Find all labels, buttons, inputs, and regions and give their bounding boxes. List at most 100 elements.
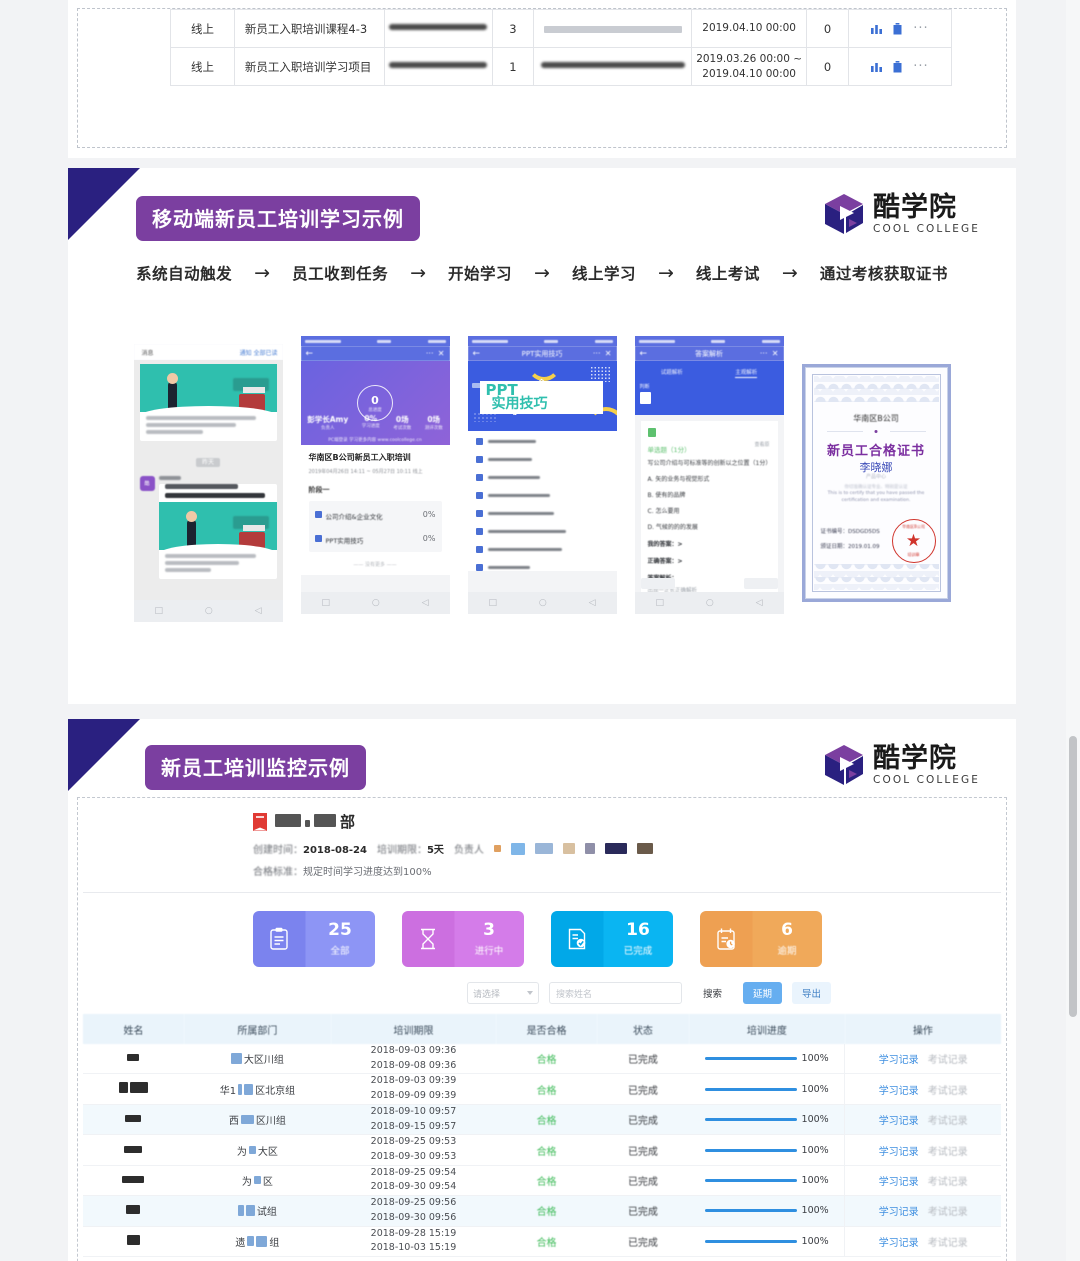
cell-actions[interactable]: 学习记录 考试记录 (844, 1104, 1001, 1136)
next-question-button[interactable] (743, 578, 778, 589)
scrollbar-track[interactable] (1066, 0, 1080, 1261)
tab-question-analysis[interactable]: 试题解析 (661, 368, 683, 378)
option-item[interactable]: B. 使有的品牌 (648, 490, 771, 499)
exam-record-link[interactable]: 考试记录 (928, 1086, 968, 1097)
monitor-dashboard: 部 创建时间：2018-08-24 培训期限：5天 负责人 合格标准：规定时间学… (77, 797, 1007, 1261)
back-nav-icon[interactable]: ◁ (255, 606, 262, 616)
dept-select[interactable]: 请选择 (466, 982, 539, 1004)
chart-icon[interactable] (871, 61, 883, 72)
close-icon[interactable]: ✕ (772, 349, 779, 358)
close-icon[interactable]: ✕ (438, 349, 445, 358)
circle-home-icon[interactable]: ○ (205, 606, 213, 616)
exam-record-link[interactable]: 考试记录 (928, 1147, 968, 1158)
study-record-link[interactable]: 学习记录 (879, 1207, 919, 1218)
chapter-item[interactable] (475, 492, 609, 499)
back-nav-icon[interactable]: ◁ (422, 598, 429, 608)
option-item[interactable]: C. 怎么要用 (648, 506, 771, 515)
more-icon[interactable]: ··· (760, 349, 768, 358)
cell-actions[interactable]: 学习记录 考试记录 (844, 1073, 1001, 1105)
square-nav-icon[interactable]: □ (488, 598, 497, 608)
close-icon[interactable]: ✕ (595, 388, 600, 395)
back-icon[interactable]: ← (640, 349, 648, 359)
back-nav-icon[interactable]: ◁ (756, 598, 763, 608)
search-input[interactable]: 搜索姓名 (548, 982, 682, 1004)
back-icon[interactable]: ← (306, 349, 314, 359)
trash-icon[interactable] (893, 22, 902, 35)
stat-card-total[interactable]: 25 全部 (253, 911, 375, 967)
message-card[interactable] (139, 364, 277, 441)
my-answer-row[interactable]: 我的答案：> (648, 539, 771, 548)
circle-home-icon[interactable]: ○ (372, 598, 380, 608)
chapter-item[interactable] (475, 456, 609, 463)
table-row[interactable]: 为区 2018-09-25 09:54 2018-09-30 09:54 合格 已完成 1… (83, 1165, 1001, 1197)
exam-record-link[interactable]: 考试记录 (928, 1238, 968, 1249)
table-row[interactable]: 为大区 2018-09-25 09:53 2018-09-30 09:53 合格 已完成… (83, 1134, 1001, 1166)
table-row[interactable]: 遗组 2018-09-28 15:19 2018-10-03 15:19 合格 已完成 1… (83, 1226, 1001, 1258)
chapter-item[interactable] (475, 510, 609, 517)
chapter-item[interactable] (475, 474, 609, 481)
prev-question-button[interactable] (640, 578, 675, 589)
circle-home-icon[interactable]: ○ (706, 598, 714, 608)
square-nav-icon[interactable]: □ (154, 606, 163, 616)
study-record-link[interactable]: 学习记录 (879, 1238, 919, 1249)
cell-actions[interactable]: ··· (848, 47, 952, 86)
back-nav-icon[interactable]: ◁ (589, 598, 596, 608)
cell-actions[interactable]: 学习记录 考试记录 (844, 1226, 1001, 1258)
cell-actions[interactable]: 学习记录 考试记录 (844, 1044, 1001, 1075)
correct-answer-row[interactable]: 正确答案：> (648, 556, 771, 565)
more-icon[interactable]: ··· (593, 349, 601, 358)
cell-actions[interactable]: 学习记录 考试记录 (844, 1165, 1001, 1197)
study-record-link[interactable]: 学习记录 (879, 1177, 919, 1188)
cell-actions[interactable]: 学习记录 考试记录 (844, 1195, 1001, 1227)
chapter-item[interactable] (475, 528, 609, 535)
cell-actions[interactable]: 学习记录 考试记录 (844, 1134, 1001, 1166)
close-icon[interactable]: ✕ (605, 349, 612, 358)
stat-card-in-progress[interactable]: 3 进行中 (402, 911, 524, 967)
message-row[interactable]: 酷 (139, 476, 277, 587)
option-item[interactable]: D. 气候的的的发展 (648, 522, 771, 531)
phone-navigation-bar[interactable]: □ ○ ◁ (300, 592, 450, 614)
table-row[interactable]: 西区川组 2018-09-10 09:57 2018-09-15 09:57 合格 已完… (83, 1104, 1001, 1136)
study-record-link[interactable]: 学习记录 (879, 1086, 919, 1097)
stat-card-completed[interactable]: 16 已完成 (551, 911, 673, 967)
delay-button[interactable]: 延期 (742, 982, 782, 1004)
table-row[interactable]: 大区川组 2018-09-03 09:36 2018-09-08 09:36 合格 已完… (83, 1044, 1001, 1075)
cell-actions[interactable]: ··· (848, 9, 952, 48)
square-nav-icon[interactable]: □ (655, 598, 664, 608)
option-item[interactable]: A. 矢的业务与视觉形式 (648, 474, 771, 483)
stat-card-overdue[interactable]: 6 逾期 (700, 911, 822, 967)
exam-record-link[interactable]: 考试记录 (928, 1207, 968, 1218)
table-row[interactable]: 线上 新员工入职培训学习项目 1 2019.03.26 00:00 ~ 2019… (170, 47, 952, 86)
study-record-link[interactable]: 学习记录 (879, 1147, 919, 1158)
square-nav-icon[interactable]: □ (321, 598, 330, 608)
phone3-video-hero[interactable]: ✿ ✿ PPT 实用技巧 ✕ (467, 361, 617, 431)
phone-navigation-bar[interactable]: □ ○ ◁ (634, 592, 784, 614)
circle-home-icon[interactable]: ○ (539, 598, 547, 608)
phone-navigation-bar[interactable]: □ ○ ◁ (133, 600, 283, 622)
study-record-link[interactable]: 学习记录 (879, 1055, 919, 1066)
more-menu-icon[interactable]: ··· (913, 21, 928, 36)
scrollbar-thumb[interactable] (1069, 736, 1077, 1017)
exam-record-link[interactable]: 考试记录 (928, 1177, 968, 1188)
export-button[interactable]: 导出 (791, 982, 831, 1004)
phone-navigation-bar[interactable]: □ ○ ◁ (467, 592, 617, 614)
table-row[interactable]: 试组 2018-09-25 09:56 2018-09-30 09:56 合格 已完成 1… (83, 1195, 1001, 1227)
more-icon[interactable]: ··· (426, 349, 434, 358)
more-menu-icon[interactable]: ··· (913, 59, 928, 74)
course-item[interactable]: 公司介绍&企业文化 0% (314, 508, 436, 521)
study-record-link[interactable]: 学习记录 (879, 1116, 919, 1127)
trash-icon[interactable] (893, 60, 902, 73)
chart-icon[interactable] (871, 23, 883, 34)
table-row[interactable]: 华1 区北京组 2018-09-03 09:39 2018-09-09 09:39 合格… (83, 1073, 1001, 1105)
search-button[interactable]: 搜索 (691, 982, 733, 1004)
chapter-item[interactable] (475, 564, 609, 571)
tab-subjective-analysis[interactable]: 主观解析 (735, 368, 758, 378)
course-item[interactable]: PPT实用技巧 0% (314, 532, 436, 545)
message-card[interactable] (158, 484, 277, 579)
table-row[interactable]: 线上 新员工入职培训课程4-3 3 2019.04.10 00:00 0 ··· (170, 9, 952, 48)
exam-record-link[interactable]: 考试记录 (928, 1116, 968, 1127)
chapter-item[interactable] (475, 546, 609, 553)
exam-record-link[interactable]: 考试记录 (928, 1055, 968, 1066)
back-icon[interactable]: ← (473, 349, 481, 359)
chapter-item[interactable] (475, 438, 609, 445)
